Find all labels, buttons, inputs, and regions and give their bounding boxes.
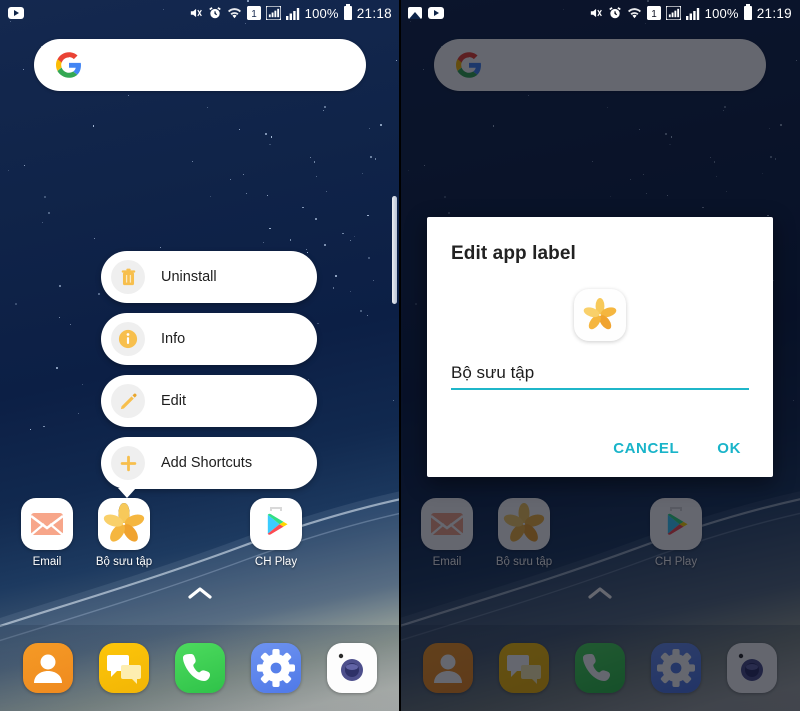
- menu-item-label: Edit: [161, 393, 186, 409]
- gallery-flower-icon: [574, 289, 626, 341]
- menu-pointer: [118, 488, 136, 498]
- alarm-icon: [208, 7, 221, 19]
- mute-icon: [190, 8, 202, 18]
- battery-percent: 100%: [304, 5, 339, 21]
- settings-gear-icon[interactable]: [251, 643, 301, 693]
- battery-icon: [343, 4, 352, 20]
- battery-percent: 100%: [704, 5, 739, 21]
- menu-item-uninstall[interactable]: Uninstall: [101, 251, 317, 303]
- menu-item-edit[interactable]: Edit: [101, 375, 317, 427]
- app-context-menu: Uninstall Info Edit Add Shortcuts: [101, 251, 317, 499]
- email-icon: [21, 498, 73, 550]
- signal-icon: [265, 6, 281, 20]
- app-gallery[interactable]: Bộ sưu tập: [85, 498, 163, 568]
- mute-icon: [590, 8, 602, 18]
- edit-app-label-dialog: Edit app label Bộ sưu tập CANCEL OK: [427, 217, 773, 477]
- status-clock: 21:19: [756, 5, 792, 21]
- svg-text:1: 1: [251, 9, 257, 20]
- menu-item-label: Info: [161, 331, 186, 347]
- svg-text:1: 1: [651, 9, 657, 20]
- menu-item-label: Uninstall: [161, 269, 217, 285]
- camera-icon[interactable]: [327, 643, 377, 693]
- play-store-icon: [250, 498, 302, 550]
- wifi-icon: [227, 7, 241, 18]
- youtube-icon: [8, 7, 24, 19]
- sim1-icon: 1: [246, 6, 261, 20]
- home-app-row: Email Bộ sưu tập: [0, 498, 400, 578]
- google-g-icon: [56, 52, 81, 78]
- app-label: Email: [32, 556, 62, 568]
- image-icon: [408, 7, 422, 19]
- status-bar: 1 100% 21:19: [400, 0, 800, 26]
- status-icons: 1 100% 21:19: [588, 4, 792, 21]
- status-clock: 21:18: [356, 5, 392, 21]
- sim1-icon: 1: [646, 6, 661, 20]
- ok-button[interactable]: OK: [715, 434, 743, 463]
- dialog-actions: CANCEL OK: [451, 434, 749, 463]
- edge-panel-handle[interactable]: [392, 196, 397, 304]
- menu-item-label: Add Shortcuts: [161, 455, 253, 471]
- battery-icon: [743, 4, 752, 20]
- cancel-button[interactable]: CANCEL: [611, 434, 681, 463]
- alarm-icon: [608, 7, 621, 19]
- dialog-app-icon-wrap: [451, 289, 749, 341]
- signal-icon: [665, 6, 681, 20]
- wifi-icon: [627, 7, 641, 18]
- youtube-icon: [428, 7, 444, 19]
- status-icons: 1 100% 21:18: [188, 4, 392, 21]
- dock: [0, 625, 400, 711]
- left-phone-screen: 1 100% 21:18 Uninstall Info Edit Add Sho…: [0, 0, 400, 711]
- app-label: Bộ sưu tập: [95, 556, 153, 568]
- plus-icon: [111, 446, 145, 480]
- app-email[interactable]: Email: [8, 498, 86, 568]
- chevron-up-icon[interactable]: [187, 586, 213, 605]
- dialog-title: Edit app label: [451, 243, 576, 264]
- messages-icon[interactable]: [99, 643, 149, 693]
- contacts-icon[interactable]: [23, 643, 73, 693]
- app-label: CH Play: [254, 556, 298, 568]
- panel-divider: [399, 0, 401, 711]
- pencil-icon: [111, 384, 145, 418]
- status-notifications: [408, 7, 444, 19]
- phone-icon[interactable]: [175, 643, 225, 693]
- app-ch-play[interactable]: CH Play: [237, 498, 315, 568]
- gallery-flower-icon: [98, 498, 150, 550]
- trash-icon: [111, 260, 145, 294]
- status-bar: 1 100% 21:18: [0, 0, 400, 26]
- screenshot-stage: 1 100% 21:18 Uninstall Info Edit Add Sho…: [0, 0, 800, 711]
- right-phone-screen: 1 100% 21:19 Edit app label Bộ sưu tập C…: [400, 0, 800, 711]
- status-notifications: [8, 7, 24, 19]
- app-label-input[interactable]: Bộ sưu tập: [451, 363, 749, 390]
- signal2-icon: [685, 7, 699, 20]
- app-label-input-value: Bộ sưu tập: [451, 363, 535, 382]
- signal2-icon: [285, 7, 299, 20]
- menu-item-add-shortcuts[interactable]: Add Shortcuts: [101, 437, 317, 498]
- info-icon: [111, 322, 145, 356]
- google-search-bar[interactable]: [34, 39, 366, 91]
- menu-item-info[interactable]: Info: [101, 313, 317, 365]
